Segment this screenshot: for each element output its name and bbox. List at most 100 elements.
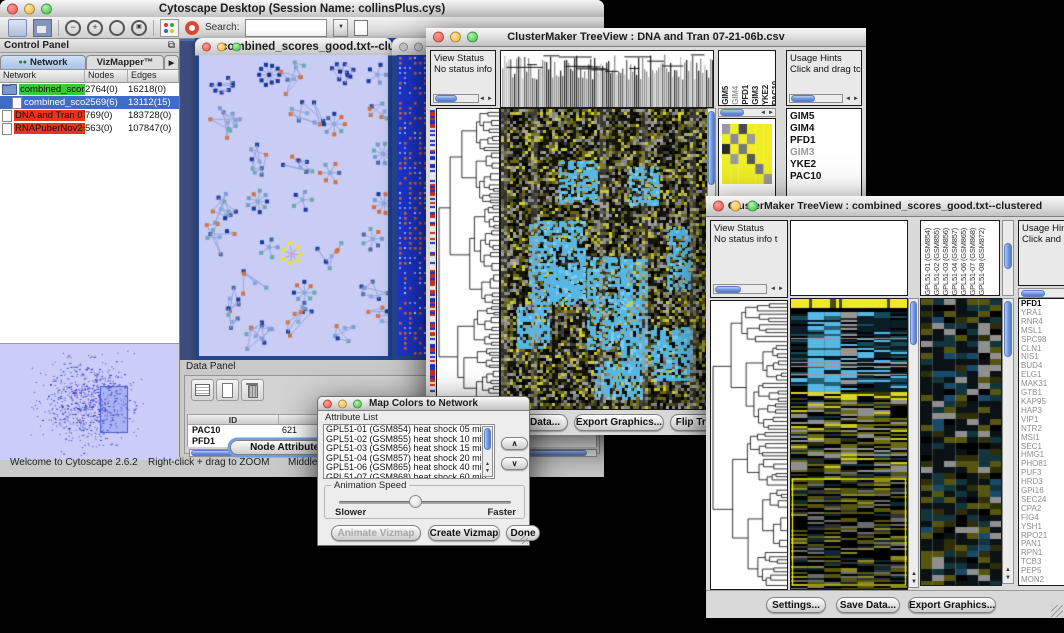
zoom-v-scrollbar[interactable]: ▲ ▼	[1002, 298, 1014, 584]
open-file-icon[interactable]	[8, 19, 27, 37]
export-graphics-button[interactable]: Export Graphics...	[908, 597, 996, 613]
move-down-button[interactable]: ∨	[501, 457, 528, 470]
gene-label[interactable]: GIM5	[790, 111, 861, 123]
search-input[interactable]	[245, 19, 327, 37]
scroll-down-icon[interactable]: ▼	[911, 579, 917, 585]
settings-button[interactable]: Settings...	[766, 597, 826, 613]
view-status-scrollbar[interactable]	[433, 94, 479, 103]
heatmap-canvas[interactable]	[790, 298, 908, 590]
zoom-h-scrollbar[interactable]: ◄ ►	[718, 108, 776, 117]
minimize-button[interactable]	[338, 399, 347, 408]
close-button[interactable]	[202, 42, 211, 51]
scroll-right-icon[interactable]: ►	[778, 286, 784, 292]
scroll-right-icon[interactable]: ►	[853, 96, 859, 102]
create-vizmap-button[interactable]: Create Vizmap	[428, 525, 500, 541]
minimize-button[interactable]	[730, 201, 741, 212]
tab-network[interactable]: ●● Network	[0, 55, 86, 69]
main-title-bar[interactable]: Cytoscape Desktop (Session Name: collins…	[0, 0, 604, 18]
scroll-left-icon[interactable]: ◄	[760, 110, 766, 116]
network-view-window[interactable]: combined_scores_good.txt--cluste...	[195, 38, 392, 360]
save-icon[interactable]	[33, 19, 52, 37]
network-canvas[interactable]	[199, 55, 388, 356]
network-table-header[interactable]: Network Nodes Edges	[0, 70, 179, 83]
minimize-button[interactable]	[217, 42, 226, 51]
slider-thumb[interactable]	[409, 495, 422, 508]
minimize-button[interactable]	[450, 32, 461, 43]
array-label-scrollbar[interactable]	[1002, 220, 1014, 296]
attribute-list-scrollbar[interactable]: ▲ ▼	[482, 426, 493, 477]
attribute-list[interactable]: GPL51-01 (GSM854) heat shock 05 minGPL51…	[323, 424, 495, 479]
network-row-selected[interactable]: combined_sco 2569(6) 13112(15)	[0, 96, 179, 109]
row-dendrogram-canvas[interactable]	[710, 300, 788, 590]
dialog-title-bar[interactable]: Map Colors to Network	[318, 397, 529, 411]
delete-attribute-icon[interactable]	[241, 379, 264, 401]
view-status-scrollbar[interactable]	[713, 284, 767, 294]
save-data-button[interactable]: Save Data...	[836, 597, 900, 613]
network-row-combined-scores[interactable]: combined_scores 2764(0) 16218(0)	[0, 83, 179, 96]
select-attributes-icon[interactable]	[191, 379, 214, 401]
move-up-button[interactable]: ∧	[501, 437, 528, 450]
gene-label[interactable]: YKE2	[790, 159, 861, 171]
scroll-up-icon[interactable]: ▲	[1005, 567, 1011, 573]
zoom-button[interactable]	[747, 201, 758, 212]
float-panel-icon[interactable]: ⧉	[168, 40, 175, 51]
network-row-dna-tran[interactable]: DNA and Tran 07 769(0) 183728(0)	[0, 109, 179, 122]
search-dropdown-button[interactable]: ▼	[333, 19, 348, 37]
resize-grip[interactable]	[519, 535, 528, 544]
zoom-button[interactable]	[467, 32, 478, 43]
scroll-down-icon[interactable]: ▼	[485, 468, 490, 474]
zoom-button[interactable]	[232, 42, 241, 51]
scroll-down-icon[interactable]: ▼	[1005, 575, 1011, 581]
scroll-up-icon[interactable]: ▲	[911, 571, 917, 577]
minimize-button[interactable]	[24, 3, 35, 14]
scroll-left-icon[interactable]: ◄	[479, 96, 485, 102]
scroll-right-icon[interactable]: ►	[768, 110, 774, 116]
resize-grip[interactable]	[1051, 605, 1063, 617]
close-button[interactable]	[323, 399, 332, 408]
close-button[interactable]	[399, 42, 408, 51]
zoom-heatmap-canvas[interactable]	[722, 124, 772, 184]
create-attribute-icon[interactable]	[216, 379, 239, 401]
close-button[interactable]	[7, 3, 18, 14]
gene-label[interactable]: PAC10	[790, 171, 861, 183]
heatmap-canvas[interactable]	[500, 108, 708, 410]
heatmap-v-scrollbar[interactable]: ▲ ▼	[908, 298, 919, 588]
network-view-title-bar[interactable]: combined_scores_good.txt--cluste...	[195, 38, 392, 56]
treeview2-title-bar[interactable]: ClusterMaker TreeView : combined_scores_…	[706, 196, 1064, 217]
animate-vizmap-button[interactable]: Animate Vizmap	[331, 525, 421, 541]
scroll-left-icon[interactable]: ◄	[845, 96, 851, 102]
network-row-rnapuber[interactable]: RNAPuberNov2+ 563(0) 107847(0)	[0, 122, 179, 135]
minimize-button[interactable]	[414, 42, 423, 51]
gene-label[interactable]: GIM3	[790, 147, 861, 159]
tab-overflow-button[interactable]: ▶	[164, 55, 179, 69]
treeview1-title-bar[interactable]: ClusterMaker TreeView : DNA and Tran 07-…	[426, 28, 866, 47]
gene-label[interactable]: GIM4	[790, 123, 861, 135]
zoom-heatmap-canvas[interactable]	[920, 298, 1002, 586]
network-list-empty-area[interactable]	[0, 135, 179, 344]
zoom-button[interactable]	[353, 399, 362, 408]
zoom-out-icon[interactable]: −	[65, 20, 81, 36]
gene-label[interactable]: MON2	[1021, 576, 1064, 585]
zoom-selected-icon[interactable]	[109, 20, 125, 36]
tab-vizmapper[interactable]: VizMapper™	[86, 55, 164, 69]
zoom-in-icon[interactable]: +	[87, 20, 103, 36]
zoom-fit-icon[interactable]: ▣	[131, 20, 147, 36]
zoom-button[interactable]	[41, 3, 52, 14]
usage-hints-scrollbar[interactable]	[1018, 288, 1064, 298]
network-overview-canvas[interactable]	[0, 344, 178, 460]
usage-hints-scrollbar[interactable]	[789, 94, 843, 103]
column-dendrogram-area[interactable]	[790, 220, 908, 296]
help-lifesaver-icon[interactable]	[185, 21, 199, 35]
close-button[interactable]	[713, 201, 724, 212]
animation-speed-slider[interactable]	[339, 501, 511, 504]
annotation-icon[interactable]	[354, 20, 368, 36]
attribute-item[interactable]: GPL51-07 (GSM868) heat shock 60 min	[324, 473, 494, 479]
close-button[interactable]	[433, 32, 444, 43]
export-graphics-button[interactable]: Export Graphics...	[574, 414, 664, 431]
vizmapper-icon[interactable]	[160, 19, 179, 37]
scroll-right-icon[interactable]: ►	[487, 96, 493, 102]
scroll-up-icon[interactable]: ▲	[485, 461, 490, 467]
column-dendrogram-canvas[interactable]	[500, 50, 714, 108]
scroll-left-icon[interactable]: ◄	[770, 286, 776, 292]
gene-label[interactable]: PFD1	[790, 135, 861, 147]
